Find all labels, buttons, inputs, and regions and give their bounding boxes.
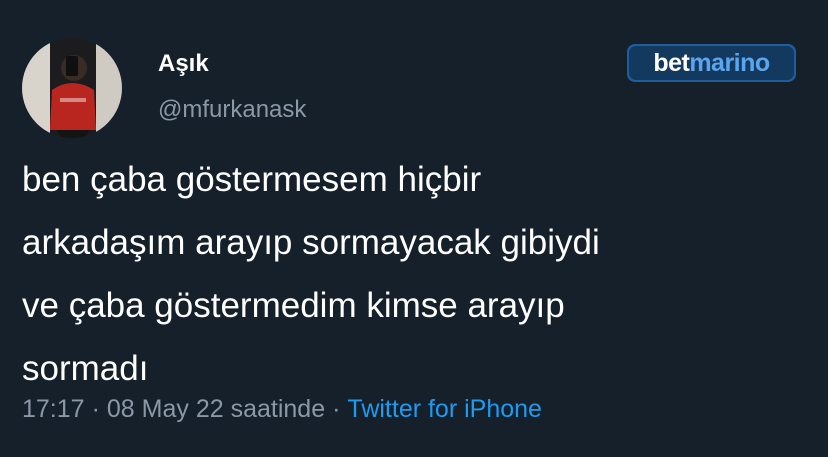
brand-logo-part-1: bet (653, 48, 690, 77)
tweet-text-line: ve çaba göstermedim kimse arayıp (22, 286, 565, 325)
avatar[interactable] (22, 38, 122, 138)
display-name[interactable]: Aşık (158, 50, 209, 78)
user-handle[interactable]: @mfurkanask (158, 96, 306, 124)
avatar-photo (22, 38, 122, 138)
tweet-date[interactable]: 08 May 22 saatinde (107, 395, 325, 423)
tweet-text-line: arkadaşım arayıp sormayacak gibiydi (22, 223, 600, 262)
tweet-source-link[interactable]: Twitter for iPhone (347, 395, 542, 423)
tweet-metadata: 17:17 · 08 May 22 saatinde · Twitter for iPh… (22, 394, 542, 424)
separator-dot: · (91, 395, 100, 423)
brand-logo-part-2: marino (689, 48, 770, 77)
tweet-card: Aşık @mfurkanask bet marino ben çaba göst… (0, 0, 828, 457)
brand-watermark: bet marino (627, 44, 796, 82)
tweet-time[interactable]: 17:17 (22, 395, 85, 423)
tweet-text-line: ben çaba göstermesem hiçbir (22, 160, 482, 199)
brand-logo: bet marino (629, 46, 794, 80)
separator-dot: · (332, 395, 341, 423)
tweet-text: ben çaba göstermesem hiçbir arkadaşım ar… (22, 148, 812, 400)
tweet-text-line: sormadı (22, 349, 149, 388)
